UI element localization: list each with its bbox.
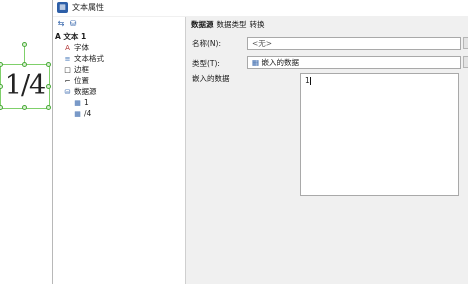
type-more-button[interactable] <box>463 56 468 68</box>
type-label: 类型(T): <box>192 59 220 68</box>
tree-item-border[interactable]: □ 边框 <box>63 65 89 75</box>
tree-item-label: 数据源 <box>74 87 97 96</box>
property-tree-pane: ⇆ ⛁ A 文本 1 A 字体 ≡ 文本格式 □ 边框 ⌐ 位置 ⛁ 数据源 ▦ 1 ▦/4 <box>53 17 186 284</box>
name-label: 名称(N): <box>192 39 221 48</box>
embedded-data-icon: ▦ <box>74 99 81 107</box>
resize-handle-bottom-left[interactable] <box>0 105 3 110</box>
tree-item-source-2[interactable]: ▦/4 <box>73 109 91 119</box>
name-more-button[interactable] <box>463 37 468 49</box>
type-select-value: 嵌入的数据 <box>261 58 299 67</box>
design-canvas[interactable]: 1/4 <box>0 0 56 284</box>
database-icon[interactable]: ⛁ <box>68 19 78 29</box>
tree-item-label: 边框 <box>74 65 89 74</box>
tree-item-data-source[interactable]: ⛁ 数据源 <box>63 87 97 97</box>
tab-data-source[interactable]: 数据源 <box>191 19 214 31</box>
embedded-data-icon: ▦ <box>74 110 81 118</box>
resize-handle-bottom-right[interactable] <box>46 105 51 110</box>
rotation-handle[interactable] <box>22 42 27 47</box>
data-source-icon: ⛁ <box>64 88 71 96</box>
embedded-data-label: 嵌入的数据 <box>192 74 230 83</box>
border-icon: □ <box>64 66 71 74</box>
name-field[interactable]: <无> <box>247 37 461 50</box>
tab-data-type[interactable]: 数据类型 <box>217 19 247 31</box>
app-icon: ▦ <box>57 2 68 13</box>
resize-handle-top[interactable] <box>22 62 27 67</box>
tree-item-label: 字体 <box>74 43 89 52</box>
text-cursor <box>309 77 311 85</box>
tree-item-label: 位置 <box>74 76 89 85</box>
text-properties-dialog: ▦ 文本属性 ⇆ ⛁ A 文本 1 A 字体 ≡ 文本格式 □ 边框 ⌐ 位置 ⛁ 数据源 … <box>52 0 468 284</box>
font-icon: A <box>65 44 70 52</box>
dialog-title: 文本属性 <box>72 3 104 12</box>
dialog-titlebar[interactable]: ▦ 文本属性 <box>53 0 468 16</box>
position-icon: ⌐ <box>64 77 71 85</box>
type-select[interactable]: ▦ 嵌入的数据 <box>247 56 461 69</box>
tree-view-icon[interactable]: ⇆ <box>56 19 66 29</box>
tree-item-source-1[interactable]: ▦ 1 <box>73 98 89 108</box>
data-source-panel: 数据源 数据类型 转换 名称(N): <无> 类型(T): ▦ 嵌入的数据 嵌入的数… <box>189 17 468 284</box>
embedded-data-textarea[interactable]: 1 <box>300 73 459 196</box>
tree-toolbar: ⇆ ⛁ <box>56 19 80 31</box>
tab-strip: 数据源 数据类型 转换 <box>191 19 268 31</box>
resize-handle-top-right[interactable] <box>46 62 51 67</box>
tree-item-position[interactable]: ⌐ 位置 <box>63 76 89 86</box>
tree-item-font[interactable]: A 字体 <box>63 43 89 53</box>
text-object-content: 1/4 <box>4 70 46 101</box>
tree-item-text-format[interactable]: ≡ 文本格式 <box>63 54 104 64</box>
tab-transform[interactable]: 转换 <box>250 19 265 31</box>
tree-item-label: /4 <box>84 109 92 118</box>
tree-root-text-1[interactable]: A 文本 1 <box>55 32 86 42</box>
tree-item-label: 1 <box>84 98 89 107</box>
text-format-icon: ≡ <box>64 55 71 63</box>
resize-handle-right[interactable] <box>46 84 51 89</box>
tree-item-label: 文本格式 <box>74 54 104 63</box>
resize-handle-bottom[interactable] <box>22 105 27 110</box>
